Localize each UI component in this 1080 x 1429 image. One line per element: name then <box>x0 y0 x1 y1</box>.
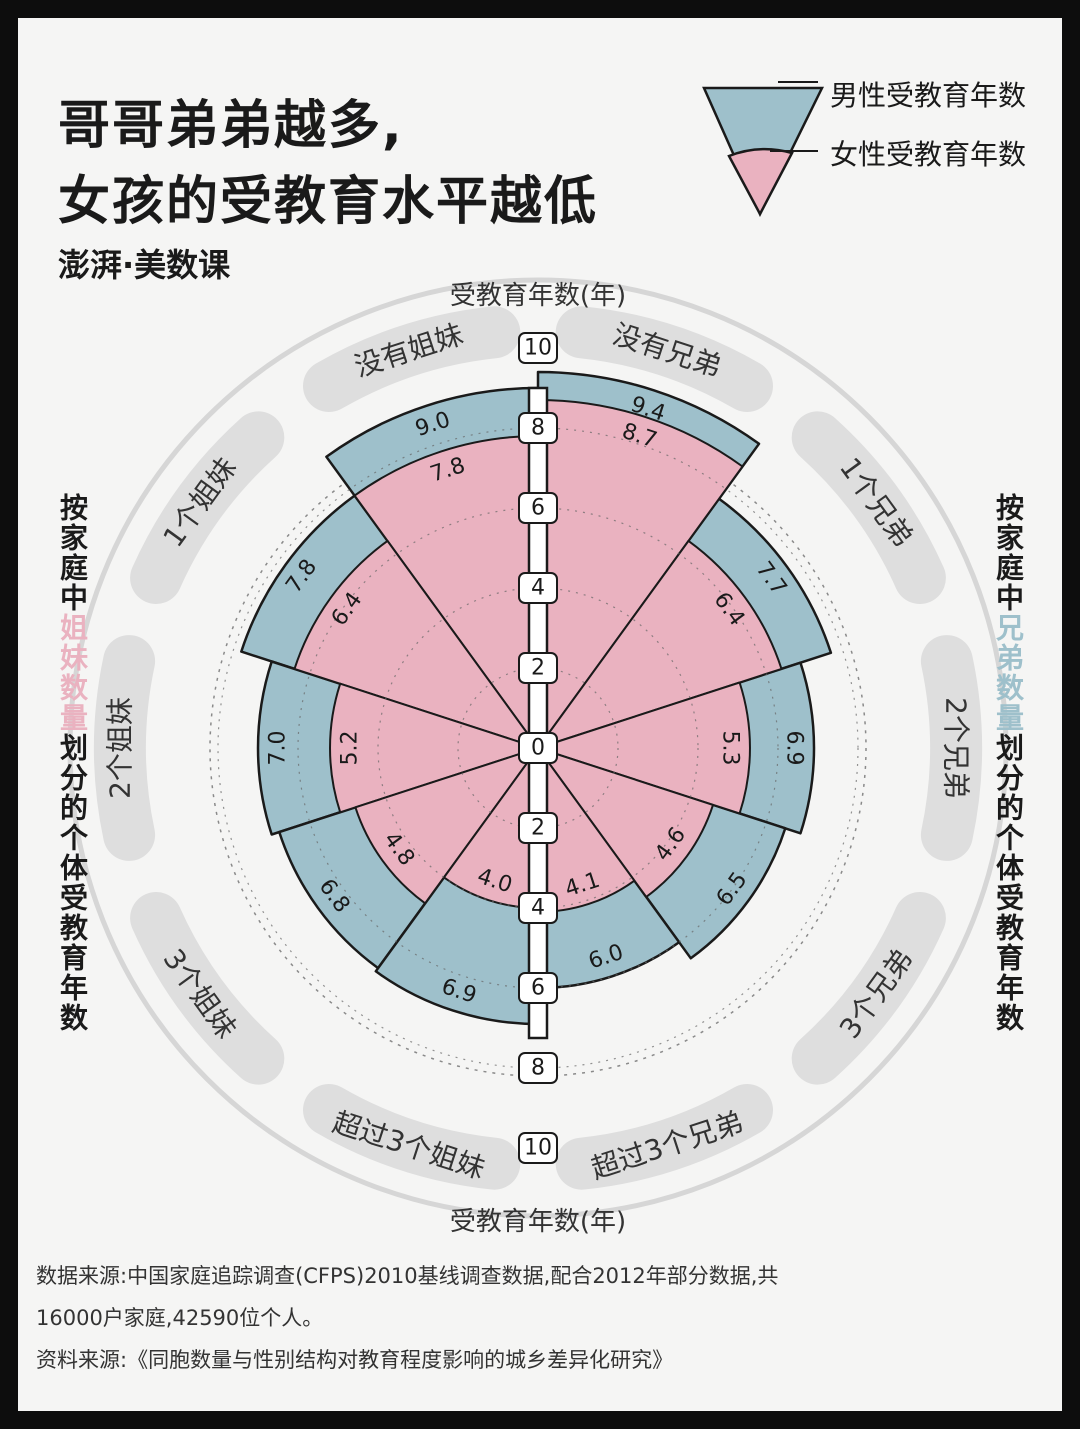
right-side-title-char: 分 <box>996 762 1024 795</box>
right-side-title-char: 育 <box>996 942 1024 975</box>
left-side-title-char: 划 <box>60 732 88 765</box>
right-side-title-char: 个 <box>996 822 1025 855</box>
sister-category-label: 2个姐妹 <box>104 697 137 799</box>
axis-bar <box>527 386 549 1040</box>
left-side-title-char: 体 <box>60 852 89 885</box>
left-side-title-char: 数 <box>60 672 89 705</box>
right-side-title-char: 数 <box>996 672 1025 705</box>
brother-category-label: 2个兄弟 <box>940 697 973 799</box>
brother-female-value: 5.3 <box>718 731 743 766</box>
right-side-title-char: 兄 <box>996 612 1024 645</box>
source-line-1: 数据来源:中国家庭追踪调查(CFPS)2010基线调查数据,配合2012年部分数… <box>36 1264 779 1288</box>
right-side-title-char: 年 <box>996 972 1024 1005</box>
reference-line: 资料来源:《同胞数量与性别结构对教育程度影响的城乡差异化研究》 <box>36 1348 674 1372</box>
axis-tick-label: 6 <box>531 976 545 1001</box>
sister-male-value: 7.0 <box>266 731 291 766</box>
brother-male-value: 6.9 <box>782 731 807 766</box>
axis-tick-label: 6 <box>531 496 545 521</box>
right-side-title-char: 家 <box>996 522 1024 555</box>
right-side-title-char: 体 <box>996 852 1025 885</box>
left-side-title-char: 妹 <box>60 642 88 675</box>
sister-female-value: 5.2 <box>338 731 363 766</box>
right-side-title-char: 弟 <box>996 642 1024 675</box>
axis-tick-label: 2 <box>531 816 545 841</box>
right-side-title-char: 中 <box>996 582 1024 615</box>
infographic-card: 哥哥弟弟越多, 女孩的受教育水平越低 澎湃·美数课 男性受教育年数 女性受教育年… <box>18 18 1062 1411</box>
axis-tick-label: 10 <box>524 336 552 361</box>
axis-title-bottom: 受教育年数(年) <box>450 1207 626 1237</box>
polar-bar-chart: 没有兄弟1个兄弟2个兄弟3个兄弟超过3个兄弟没有姐妹1个姐妹2个姐妹3个姐妹超过… <box>60 81 1025 1237</box>
right-side-title-char: 按 <box>996 492 1024 525</box>
axis-tick-label: 8 <box>531 416 545 441</box>
left-side-title-char: 教 <box>60 912 88 945</box>
left-side-title-char: 家 <box>60 522 88 555</box>
left-side-title-char: 受 <box>60 882 88 915</box>
left-side-title-char: 量 <box>60 702 88 735</box>
right-side-title-char: 受 <box>996 882 1024 915</box>
right-side-title-char: 划 <box>996 732 1024 765</box>
left-side-title-char: 育 <box>60 942 88 975</box>
right-side-title-char: 庭 <box>996 552 1024 585</box>
left-side-title-char: 按 <box>60 492 88 525</box>
right-side-title-char: 量 <box>996 702 1024 735</box>
axis-tick-label: 4 <box>531 576 545 601</box>
left-side-title-char: 个 <box>60 822 89 855</box>
axis-tick-label: 4 <box>531 896 545 921</box>
axis-tick-label: 8 <box>531 1056 545 1081</box>
axis-tick-label: 0 <box>531 736 545 761</box>
left-side-title-char: 年 <box>60 972 88 1005</box>
legend-wedge <box>702 81 825 217</box>
left-side-title-char: 姐 <box>60 612 88 645</box>
right-side-title-char: 的 <box>996 792 1024 825</box>
right-side-title-char: 数 <box>996 1002 1025 1035</box>
axis-tick-label: 10 <box>524 1136 552 1161</box>
left-side-title-char: 数 <box>60 1002 89 1035</box>
axis-tick-label: 2 <box>531 656 545 681</box>
left-side-title-char: 中 <box>60 582 88 615</box>
footnotes: 数据来源:中国家庭追踪调查(CFPS)2010基线调查数据,配合2012年部分数… <box>36 1255 1046 1381</box>
left-side-title-char: 分 <box>60 762 88 795</box>
source-line-2: 16000户家庭,42590位个人。 <box>36 1306 324 1330</box>
left-side-title-char: 庭 <box>60 552 88 585</box>
right-side-title-char: 教 <box>996 912 1024 945</box>
axis-title-top: 受教育年数(年) <box>450 281 626 311</box>
left-side-title-char: 的 <box>60 792 88 825</box>
legend-female-swatch <box>727 147 794 217</box>
